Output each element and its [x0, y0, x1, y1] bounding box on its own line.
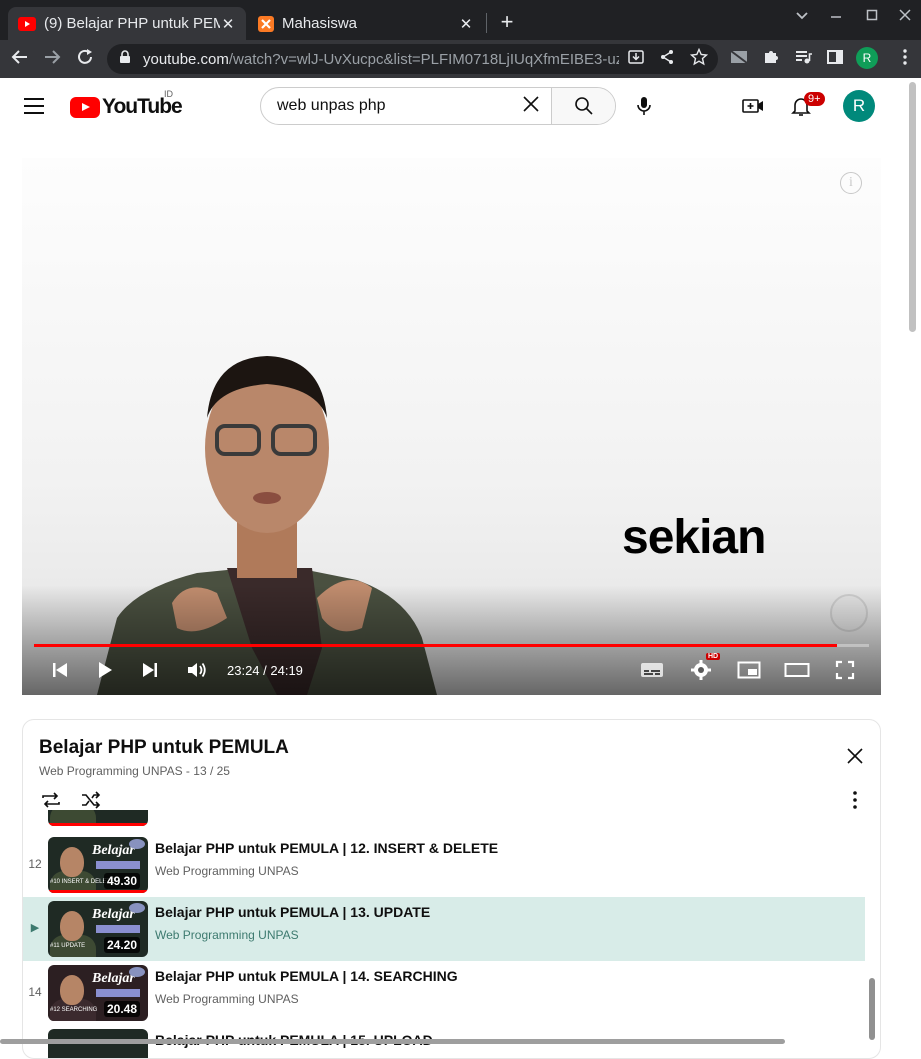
- video-player[interactable]: i sekian 23:24 / 24:19 HD: [22, 158, 881, 695]
- search-input[interactable]: web unpas php: [261, 97, 511, 115]
- clear-search-icon[interactable]: [511, 93, 551, 119]
- tab-mahasiswa[interactable]: Mahasiswa ✕: [248, 7, 484, 40]
- search-button[interactable]: [551, 88, 615, 124]
- forward-arrow-icon[interactable]: [40, 47, 64, 71]
- playlist-subtitle: Web Programming UNPAS - 13 / 25: [39, 764, 230, 778]
- back-arrow-icon[interactable]: [8, 47, 32, 71]
- loop-playlist-icon[interactable]: [39, 788, 63, 812]
- reload-icon[interactable]: [73, 47, 97, 71]
- close-window-icon[interactable]: [895, 8, 915, 26]
- browser-tab-bar: (9) Belajar PHP untuk PEMULA ✕ Mahasiswa…: [0, 0, 921, 40]
- playlist-item-title[interactable]: Belajar PHP untuk PEMULA | 12. INSERT & …: [155, 840, 498, 856]
- browser-profile-avatar[interactable]: R: [856, 47, 878, 69]
- extensions-puzzle-icon[interactable]: [759, 47, 783, 71]
- lock-icon: [119, 50, 133, 68]
- browser-toolbar: youtube.com/watch?v=wlJ-UvXucpc&list=PLF…: [0, 40, 921, 78]
- progress-bar-played: [34, 644, 838, 647]
- close-tab-icon[interactable]: ✕: [220, 15, 236, 33]
- new-tab-button[interactable]: +: [496, 9, 518, 35]
- miniplayer-icon[interactable]: [735, 656, 763, 684]
- close-tab-icon[interactable]: ✕: [458, 15, 474, 33]
- install-app-icon[interactable]: [625, 48, 647, 70]
- playlist-item-title[interactable]: Belajar PHP untuk PEMULA | 14. SEARCHING: [155, 968, 458, 984]
- search-icon: [574, 97, 593, 115]
- video-thumbnail: Belajar #10 INSERT & DELETE 49.30: [48, 837, 148, 893]
- playlist-panel: Belajar PHP untuk PEMULA Web Programming…: [22, 719, 881, 1059]
- search-box[interactable]: web unpas php: [260, 87, 616, 125]
- playlist-item[interactable]: 12 Belajar #10 INSERT & DELETE 49.30 Bel…: [23, 833, 865, 897]
- tab-separator: [486, 13, 487, 33]
- playlist-more-actions-icon[interactable]: [843, 788, 867, 812]
- video-duration: 20.48: [104, 1001, 141, 1017]
- url-text: youtube.com/watch?v=wlJ-UvXucpc&list=PLF…: [143, 50, 619, 68]
- browser-menu-icon[interactable]: [893, 47, 917, 71]
- tab-title: Mahasiswa: [282, 15, 358, 32]
- account-avatar[interactable]: R: [843, 90, 875, 122]
- guide-menu-icon[interactable]: [24, 98, 44, 114]
- playlist-item-channel: Web Programming UNPAS: [155, 928, 299, 942]
- youtube-favicon-icon: [18, 16, 36, 31]
- playlist-scrollbar[interactable]: [869, 978, 875, 1040]
- theater-mode-icon[interactable]: [783, 656, 811, 684]
- share-icon[interactable]: [656, 48, 678, 70]
- video-thumbnail: Belajar #11 UPDATE 24.20: [48, 901, 148, 957]
- time-display: 23:24 / 24:19: [227, 663, 303, 678]
- playlist-item-index: 12: [28, 857, 42, 871]
- playlist-item[interactable]: 14 Belajar #12 SEARCHING 20.48 Belajar P…: [23, 961, 865, 1025]
- youtube-play-logo-icon: [70, 96, 100, 118]
- cast-off-icon[interactable]: [727, 47, 751, 71]
- page-scrollbar[interactable]: [909, 82, 916, 332]
- country-code: ID: [164, 89, 173, 99]
- notification-count-badge: 9+: [804, 92, 825, 106]
- now-playing-indicator-icon: ▶: [30, 922, 40, 934]
- playlist-item-channel: Web Programming UNPAS: [155, 864, 299, 878]
- playlist-item-title[interactable]: Belajar PHP untuk PEMULA | 13. UPDATE: [155, 904, 430, 920]
- playlist-title[interactable]: Belajar PHP untuk PEMULA: [39, 737, 289, 759]
- close-playlist-icon[interactable]: [843, 744, 867, 768]
- voice-search-mic-icon[interactable]: [632, 94, 656, 118]
- subtitles-icon[interactable]: [638, 656, 666, 684]
- playlist-item-current[interactable]: ▶ Belajar #11 UPDATE 24.20 Belajar PHP u…: [23, 897, 865, 961]
- progress-bar[interactable]: [34, 644, 869, 647]
- minimize-icon[interactable]: [826, 8, 846, 26]
- next-video-icon[interactable]: [136, 656, 164, 684]
- hd-badge: HD: [706, 653, 721, 660]
- play-button-icon[interactable]: [91, 656, 119, 684]
- video-thumbnail: [48, 810, 148, 826]
- youtube-masthead: YouTube ID web unpas php 9+ R: [0, 78, 921, 134]
- video-thumbnail: Belajar #12 SEARCHING 20.48: [48, 965, 148, 1021]
- info-card-icon[interactable]: i: [840, 172, 862, 194]
- fullscreen-icon[interactable]: [831, 656, 859, 684]
- tab-title: (9) Belajar PHP untuk PEMULA: [44, 15, 220, 32]
- horizontal-scrollbar[interactable]: [0, 1039, 785, 1044]
- volume-icon[interactable]: [183, 656, 211, 684]
- playlist-item-channel: Web Programming UNPAS: [155, 992, 299, 1006]
- previous-video-icon[interactable]: [46, 656, 74, 684]
- video-duration: 49.30: [104, 873, 141, 889]
- playlist-item-index: 14: [28, 985, 42, 999]
- video-overlay-text: sekian: [622, 511, 766, 564]
- bookmark-star-icon[interactable]: [688, 47, 710, 70]
- xampp-favicon-icon: [258, 15, 274, 32]
- playlist-item-partial[interactable]: [23, 810, 865, 830]
- settings-gear-icon[interactable]: HD: [687, 653, 721, 684]
- shuffle-playlist-icon[interactable]: [79, 788, 103, 812]
- tab-search-chevron-icon[interactable]: [792, 8, 812, 26]
- side-panel-icon[interactable]: [823, 47, 847, 71]
- media-queue-icon[interactable]: [791, 47, 815, 71]
- tab-youtube[interactable]: (9) Belajar PHP untuk PEMULA ✕: [8, 7, 246, 40]
- maximize-icon[interactable]: [862, 8, 882, 26]
- address-bar[interactable]: youtube.com/watch?v=wlJ-UvXucpc&list=PLF…: [107, 44, 718, 74]
- video-duration: 24.20: [104, 937, 141, 953]
- create-video-icon[interactable]: [741, 94, 765, 118]
- video-thumbnail: [48, 1029, 148, 1058]
